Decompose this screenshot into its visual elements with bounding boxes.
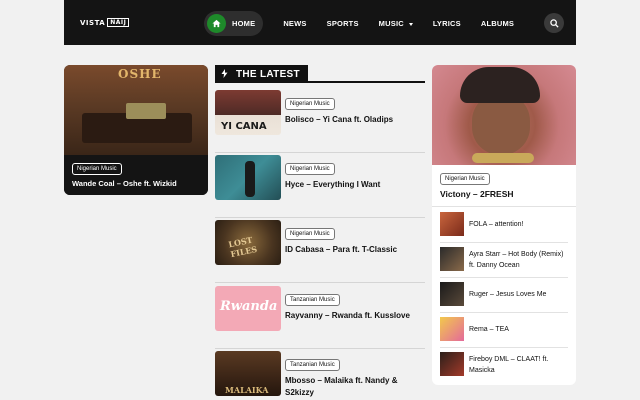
sidebar-item-title[interactable]: FOLA – attention! <box>469 219 569 230</box>
post-thumbnail[interactable] <box>215 155 281 200</box>
featured-image: OSHE <box>64 65 208 155</box>
search-button[interactable] <box>544 13 564 33</box>
sidebar-item-thumbnail[interactable] <box>440 317 464 341</box>
featured-post[interactable]: OSHE <box>64 65 208 195</box>
bolt-icon <box>221 68 228 80</box>
post-category-tag[interactable]: Nigerian Music <box>285 163 335 175</box>
logo-box-text: NAIJ <box>107 18 130 27</box>
search-icon <box>549 18 559 28</box>
image-cash <box>126 103 166 119</box>
sidebar-item-title[interactable]: Ruger – Jesus Loves Me <box>469 289 569 300</box>
latest-heading: THE LATEST <box>215 65 308 83</box>
latest-post[interactable]: LOST FILES Nigerian Music ID Cabasa – Pa… <box>215 220 425 283</box>
caret-down-icon <box>408 22 413 26</box>
nav-item-albums[interactable]: ALBUMS <box>481 19 514 28</box>
sidebar-list-item[interactable]: Rema – TEA <box>440 317 569 348</box>
post-title[interactable]: Hyce – Everything I Want <box>285 179 423 191</box>
sidebar-widget: Nigerian Music Victony – 2FRESH FOLA – a… <box>432 65 576 385</box>
nav-item-lyrics[interactable]: LYRICS <box>433 19 461 28</box>
thumbnail-text: YI CANA <box>221 121 267 132</box>
featured-title[interactable]: Wande Coal – Oshe ft. Wizkid <box>72 179 177 188</box>
sidebar-item-thumbnail[interactable] <box>440 282 464 306</box>
nav-label-home: HOME <box>232 19 256 28</box>
divider <box>440 312 568 313</box>
post-thumbnail[interactable]: MALAIKA <box>215 351 281 396</box>
sidebar-list-item[interactable]: Fireboy DML – CLAAT! ft. Masicka <box>440 352 568 380</box>
latest-heading-text: THE LATEST <box>236 68 300 80</box>
page: VISTA NAIJ HOME NEWS SPORTS MUSIC LYRICS… <box>0 0 640 400</box>
divider <box>440 277 568 278</box>
divider <box>432 206 576 207</box>
post-category-tag[interactable]: Tanzanian Music <box>285 294 340 306</box>
hero-chain <box>472 153 534 163</box>
sidebar-list-item[interactable]: Ayra Starr – Hot Body (Remix) ft. Danny … <box>440 247 569 278</box>
latest-post[interactable]: YI CANA Nigerian Music Bolisco – Yi Cana… <box>215 90 425 153</box>
site-logo[interactable]: VISTA NAIJ <box>80 18 130 27</box>
post-thumbnail[interactable]: Rwanda <box>215 286 281 331</box>
logo-text: VISTA <box>80 18 106 27</box>
sidebar-hero-tag[interactable]: Nigerian Music <box>440 173 490 185</box>
nav-item-sports[interactable]: SPORTS <box>327 19 359 28</box>
post-category-tag[interactable]: Tanzanian Music <box>285 359 340 371</box>
sidebar-item-title[interactable]: Rema – TEA <box>469 324 569 335</box>
latest-section-header: THE LATEST <box>215 65 425 83</box>
post-title[interactable]: Mbosso – Malaika ft. Nandy & S2kizzy <box>285 375 423 399</box>
nav-item-news[interactable]: NEWS <box>283 19 306 28</box>
sidebar-item-title[interactable]: Fireboy DML – CLAAT! ft. Masicka <box>469 354 569 376</box>
sidebar-hero-title[interactable]: Victony – 2FRESH <box>440 189 514 199</box>
divider <box>440 242 568 243</box>
latest-post[interactable]: Rwanda Tanzanian Music Rayvanny – Rwanda… <box>215 286 425 349</box>
sidebar-hero-image[interactable] <box>432 65 576 165</box>
nav-label-music: MUSIC <box>378 19 404 28</box>
nav-item-music[interactable]: MUSIC <box>379 19 413 28</box>
main-nav: HOME NEWS SPORTS MUSIC LYRICS ALBUMS <box>204 11 514 36</box>
nav-item-home[interactable]: HOME <box>204 11 264 36</box>
sidebar-item-title[interactable]: Ayra Starr – Hot Body (Remix) ft. Danny … <box>469 249 569 271</box>
thumbnail-text: Rwanda <box>220 299 278 314</box>
latest-post[interactable]: MALAIKA Tanzanian Music Mbosso – Malaika… <box>215 351 425 400</box>
sidebar-item-thumbnail[interactable] <box>440 247 464 271</box>
thumbnail-text: MALAIKA <box>225 385 269 395</box>
post-category-tag[interactable]: Nigerian Music <box>285 98 335 110</box>
divider <box>440 347 568 348</box>
site-header: VISTA NAIJ HOME NEWS SPORTS MUSIC LYRICS… <box>64 0 576 45</box>
post-title[interactable]: Rayvanny – Rwanda ft. Kusslove <box>285 310 423 322</box>
post-thumbnail[interactable]: LOST FILES <box>215 220 281 265</box>
post-title[interactable]: Bolisco – Yi Cana ft. Oladips <box>285 114 423 126</box>
post-category-tag[interactable]: Nigerian Music <box>285 228 335 240</box>
latest-post[interactable]: Nigerian Music Hyce – Everything I Want <box>215 155 425 218</box>
featured-image-text: OSHE <box>118 67 162 81</box>
home-icon <box>207 14 226 33</box>
thumbnail-text: LOST FILES <box>227 234 258 260</box>
post-thumbnail[interactable]: YI CANA <box>215 90 281 135</box>
featured-category-tag[interactable]: Nigerian Music <box>72 163 122 175</box>
featured-info <box>64 155 208 195</box>
post-title[interactable]: ID Cabasa – Para ft. T-Classic <box>285 244 423 256</box>
sidebar-list-item[interactable]: FOLA – attention! <box>440 212 569 243</box>
thumbnail-figure <box>245 161 255 197</box>
sidebar-item-thumbnail[interactable] <box>440 352 464 376</box>
hero-cap <box>460 67 540 103</box>
sidebar-list-item[interactable]: Ruger – Jesus Loves Me <box>440 282 569 313</box>
sidebar-item-thumbnail[interactable] <box>440 212 464 236</box>
